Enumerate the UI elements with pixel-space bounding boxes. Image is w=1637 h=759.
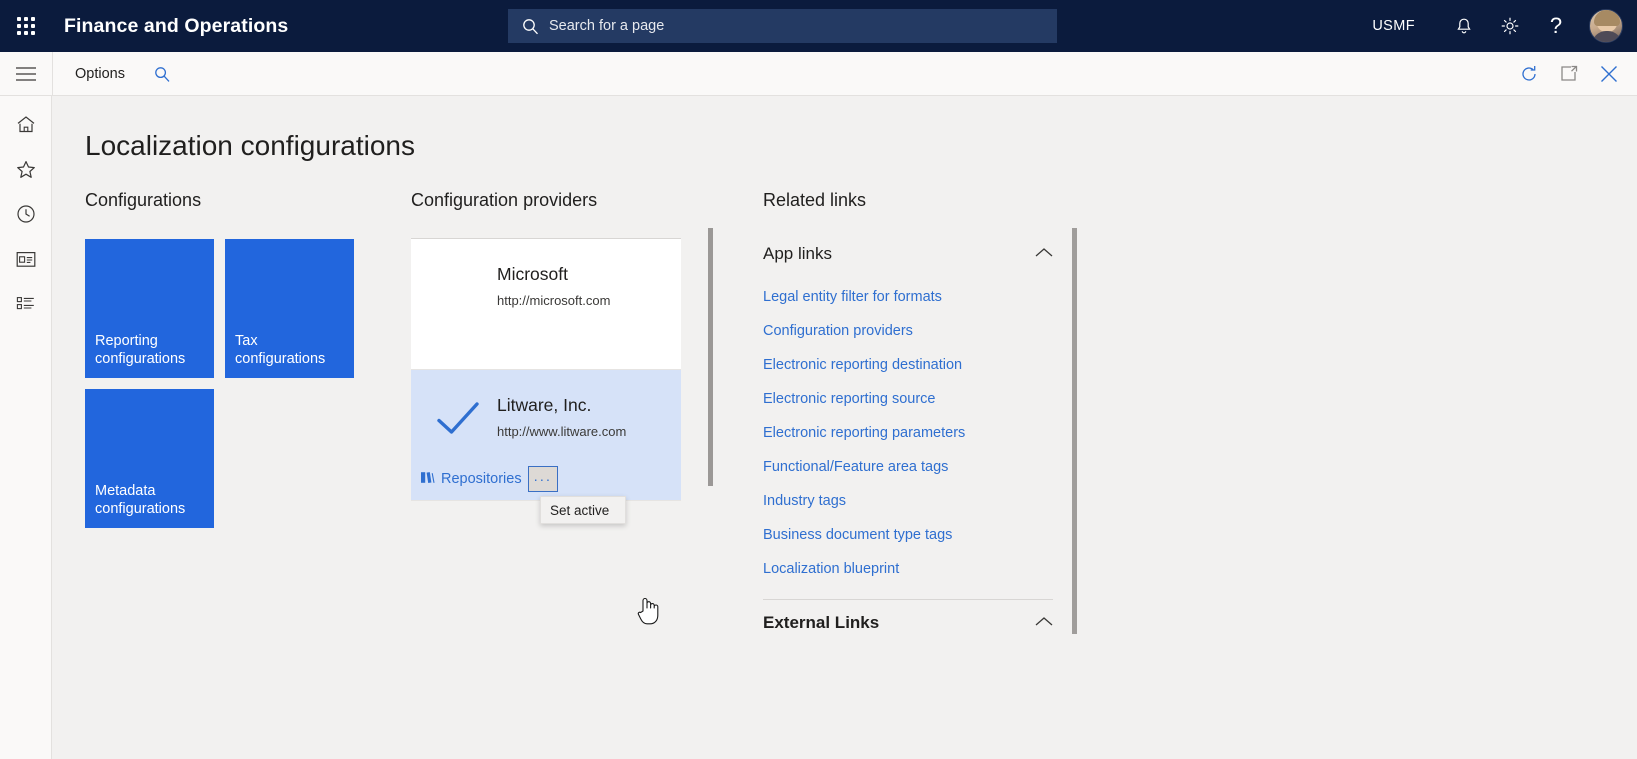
app-launcher-icon[interactable] [0, 0, 52, 52]
question-mark-icon[interactable]: ? [1533, 0, 1579, 52]
configuration-tiles: Reporting configurations Tax configurati… [85, 239, 365, 528]
page-search-icon[interactable] [146, 52, 179, 96]
open-in-new-window-icon[interactable] [1549, 52, 1589, 96]
tile-label: Reporting configurations [95, 333, 186, 367]
left-navigation-rail [0, 96, 52, 759]
repositories-label: Repositories [441, 471, 522, 487]
top-bar-right-actions: USMF ? [1372, 0, 1637, 52]
tile-label: Tax configurations [235, 333, 326, 367]
sidebar-item-home[interactable] [0, 104, 52, 149]
related-links-scrollbar[interactable] [1072, 228, 1077, 634]
repositories-icon [420, 470, 435, 489]
related-link-er-source[interactable]: Electronic reporting source [763, 391, 1053, 407]
user-avatar[interactable] [1589, 9, 1623, 43]
related-links-scrollbar-thumb[interactable] [1072, 228, 1077, 634]
modules-list-icon [16, 296, 36, 318]
bell-icon[interactable] [1441, 0, 1487, 52]
related-links-heading: Related links [763, 190, 867, 210]
related-link-business-document-type-tags[interactable]: Business document type tags [763, 527, 1053, 543]
options-button[interactable]: Options [63, 52, 137, 96]
tile-label: Metadata configurations [95, 483, 186, 517]
clock-icon [16, 204, 36, 229]
related-link-localization-blueprint[interactable]: Localization blueprint [763, 561, 1053, 577]
sidebar-item-recent[interactable] [0, 194, 52, 239]
provider-card-litware[interactable]: Litware, Inc. http://www.litware.com Rep… [411, 370, 681, 501]
tile-tax-configurations[interactable]: Tax configurations [225, 239, 354, 378]
main-content: Localization configurations Configuratio… [53, 96, 1637, 759]
provider-card-actions: Repositories ··· [420, 466, 558, 492]
providers-scrollbar[interactable] [708, 228, 713, 696]
group-title: External Links [763, 613, 880, 632]
search-icon [522, 18, 539, 35]
related-link-functional-feature-area-tags[interactable]: Functional/Feature area tags [763, 459, 1053, 475]
related-link-er-parameters[interactable]: Electronic reporting parameters [763, 425, 1053, 441]
related-link-legal-entity-filter[interactable]: Legal entity filter for formats [763, 289, 1053, 305]
related-link-er-destination[interactable]: Electronic reporting destination [763, 357, 1053, 373]
global-search-input[interactable]: Search for a page [508, 9, 1057, 43]
tile-reporting-configurations[interactable]: Reporting configurations [85, 239, 214, 378]
provider-url: http://www.litware.com [497, 424, 627, 439]
gear-icon[interactable] [1487, 0, 1533, 52]
sidebar-item-favorites[interactable] [0, 149, 52, 194]
configuration-providers-list: Microsoft http://microsoft.com Litware, … [411, 238, 681, 706]
group-header-external-links[interactable]: External Links [763, 606, 1053, 640]
configurations-section: Configurations Reporting configurations … [85, 190, 415, 528]
context-menu-set-active[interactable]: Set active [540, 496, 626, 524]
related-link-configuration-providers[interactable]: Configuration providers [763, 323, 1053, 339]
configuration-providers-section: Configuration providers Microsoft http:/… [411, 190, 711, 706]
global-search-placeholder: Search for a page [549, 18, 665, 34]
provider-name: Microsoft [497, 264, 568, 284]
workspace-icon [16, 251, 36, 273]
group-title: App links [763, 244, 832, 263]
related-link-industry-tags[interactable]: Industry tags [763, 493, 1053, 509]
app-title: Finance and Operations [64, 14, 289, 37]
refresh-icon[interactable] [1509, 52, 1549, 96]
star-icon [16, 160, 36, 184]
repositories-link[interactable]: Repositories [420, 470, 522, 489]
chevron-up-icon [1035, 245, 1053, 263]
configurations-heading: Configurations [85, 190, 202, 210]
chevron-up-icon [1035, 614, 1053, 632]
command-bar: Options [0, 52, 1637, 96]
command-bar-divider [52, 52, 53, 96]
provider-url: http://microsoft.com [497, 293, 611, 308]
page-title: Localization configurations [85, 130, 415, 161]
tile-metadata-configurations[interactable]: Metadata configurations [85, 389, 214, 528]
provider-card-microsoft[interactable]: Microsoft http://microsoft.com [411, 239, 681, 370]
related-links-content: App links Legal entity filter for format… [763, 237, 1053, 640]
sidebar-item-modules[interactable] [0, 284, 52, 329]
context-menu-item-label: Set active [550, 502, 610, 518]
hamburger-menu-icon[interactable] [0, 52, 52, 96]
more-options-button[interactable]: ··· [527, 466, 558, 492]
company-selector[interactable]: USMF [1372, 18, 1415, 34]
configuration-providers-heading: Configuration providers [411, 190, 598, 210]
top-navigation-bar: Finance and Operations Search for a page… [0, 0, 1637, 52]
group-header-app-links[interactable]: App links [763, 237, 1053, 271]
checkmark-icon [436, 400, 480, 443]
close-icon[interactable] [1589, 52, 1629, 96]
providers-scrollbar-thumb[interactable] [708, 228, 713, 486]
provider-name: Litware, Inc. [497, 395, 592, 415]
related-links-divider [763, 599, 1053, 600]
home-icon [16, 115, 36, 139]
command-bar-right-actions [1509, 52, 1629, 96]
sidebar-item-workspaces[interactable] [0, 239, 52, 284]
related-links-section: Related links App links Legal entity fil… [763, 190, 1143, 640]
